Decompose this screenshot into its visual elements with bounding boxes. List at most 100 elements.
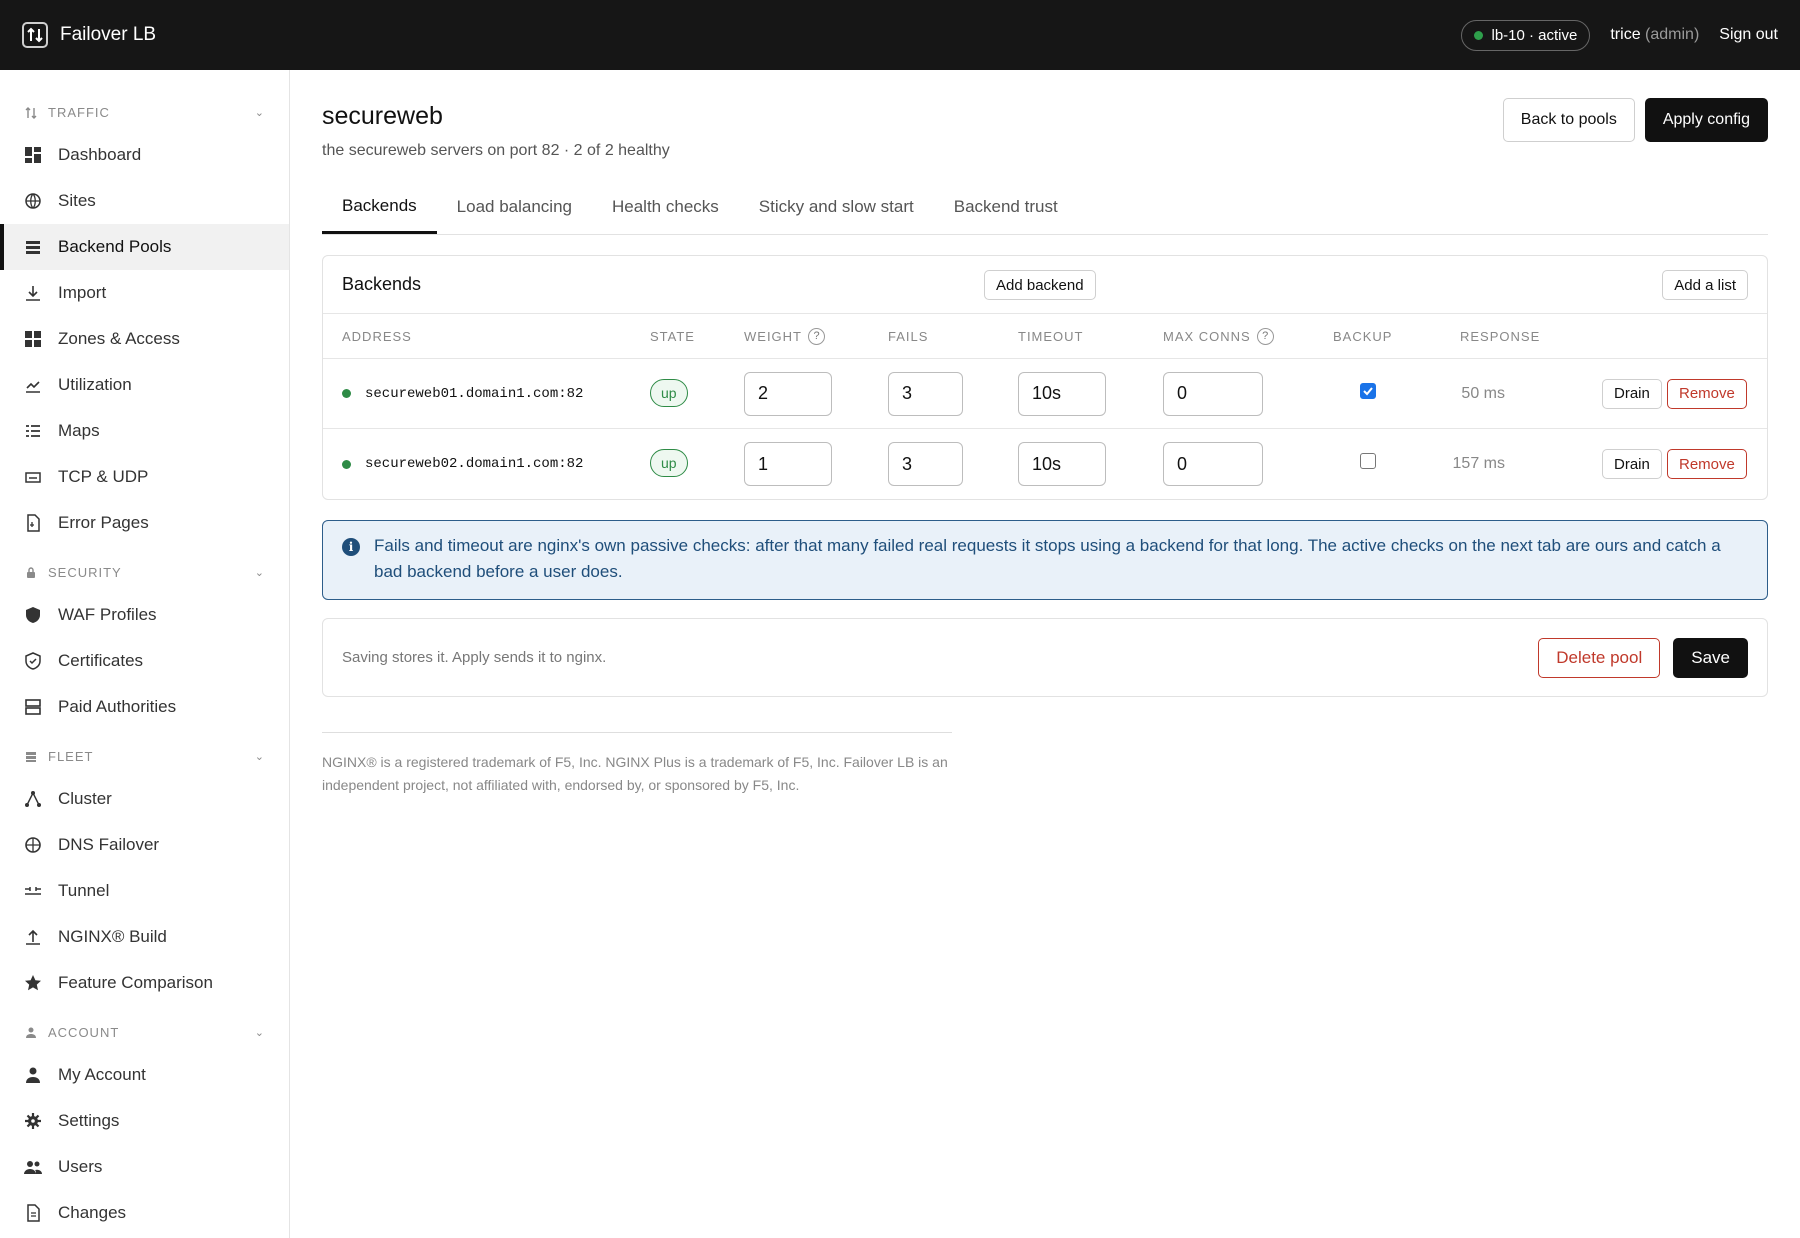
add-backend-button[interactable]: Add backend — [984, 270, 1096, 300]
delete-pool-button[interactable]: Delete pool — [1538, 637, 1661, 678]
user-name: trice — [1610, 26, 1641, 43]
col-weight: WEIGHT? — [744, 327, 825, 345]
health-dot — [342, 389, 351, 398]
sidebar-section-security[interactable]: SECURITY ⌄ — [0, 552, 289, 592]
sidebar-item-settings[interactable]: Settings — [0, 1098, 289, 1144]
backends-card-header: Backends Add backend Add a list — [323, 256, 1767, 314]
sidebar-item-dns-failover[interactable]: DNS Failover — [0, 822, 289, 868]
sidebar-item-label: Paid Authorities — [58, 697, 177, 716]
upload-icon — [24, 928, 42, 946]
remove-button[interactable]: Remove — [1667, 449, 1747, 479]
sidebar-item-label: NGINX® Build — [58, 927, 167, 946]
sidebar-item-paid-authorities[interactable]: Paid Authorities — [0, 684, 289, 730]
sidebar-item-backend-pools[interactable]: Backend Pools — [0, 224, 289, 270]
tab-health-checks[interactable]: Health checks — [592, 180, 739, 234]
sidebar-item-zones-access[interactable]: Zones & Access — [0, 316, 289, 362]
arrows-updown-icon — [24, 105, 38, 119]
sidebar-item-dashboard[interactable]: Dashboard — [0, 132, 289, 178]
sidebar-item-nginx-build[interactable]: NGINX® Build — [0, 914, 289, 960]
sidebar-item-maps[interactable]: Maps — [0, 408, 289, 454]
current-user: trice (admin) — [1610, 26, 1699, 44]
tab-backend-trust[interactable]: Backend trust — [934, 180, 1078, 234]
sidebar-item-label: Backend Pools — [58, 237, 172, 256]
app-title: Failover LB — [60, 24, 157, 45]
sign-out-link[interactable]: Sign out — [1719, 26, 1778, 44]
remove-button[interactable]: Remove — [1667, 378, 1747, 409]
sidebar-item-label: Cluster — [58, 789, 112, 808]
tab-backends[interactable]: Backends — [322, 180, 437, 234]
apply-config-button[interactable]: Apply config — [1644, 98, 1768, 142]
table-row: secureweb02.domain1.com:82 up 1 3 10s 0 … — [323, 429, 1767, 499]
sidebar-item-utilization[interactable]: Utilization — [0, 362, 289, 408]
sidebar: TRAFFIC ⌄ Dashboard Sites Backend Pools … — [0, 70, 290, 1238]
backend-address: secureweb02.domain1.com:82 — [342, 456, 583, 472]
add-list-button[interactable]: Add a list — [1662, 270, 1748, 300]
instance-status-pill[interactable]: lb-10 · active — [1461, 19, 1591, 51]
state-badge: up — [650, 378, 688, 407]
dashboard-icon — [24, 146, 42, 164]
main-content: secureweb the secureweb servers on port … — [322, 70, 1768, 797]
info-icon: i — [342, 538, 360, 556]
trademark-footer: NGINX® is a registered trademark of F5, … — [322, 732, 952, 797]
sidebar-section-fleet[interactable]: FLEET ⌄ — [0, 736, 289, 776]
backup-checkbox[interactable] — [1360, 382, 1376, 399]
sidebar-section-account[interactable]: ACCOUNT ⌄ — [0, 1012, 289, 1052]
sidebar-item-error-pages[interactable]: Error Pages — [0, 500, 289, 546]
sidebar-item-import[interactable]: Import — [0, 270, 289, 316]
table-row: secureweb01.domain1.com:82 up 2 3 10s 0 … — [323, 359, 1767, 429]
sidebar-item-label: Error Pages — [58, 513, 149, 532]
tab-load-balancing[interactable]: Load balancing — [437, 180, 592, 234]
sidebar-item-label: Changes — [58, 1203, 127, 1222]
sidebar-section-traffic[interactable]: TRAFFIC ⌄ — [0, 92, 289, 132]
timeout-input[interactable]: 10s — [1018, 371, 1106, 416]
help-icon[interactable]: ? — [808, 327, 825, 345]
page-title: secureweb — [322, 102, 443, 130]
max-conns-input[interactable]: 0 — [1163, 442, 1263, 486]
back-to-pools-button[interactable]: Back to pools — [1502, 98, 1635, 142]
sidebar-item-users[interactable]: Users — [0, 1144, 289, 1190]
fails-input[interactable]: 3 — [888, 442, 963, 486]
col-state: STATE — [650, 328, 695, 344]
tcp-icon — [24, 468, 42, 486]
list-icon — [24, 238, 42, 256]
sidebar-item-label: Users — [58, 1157, 103, 1176]
sidebar-item-label: Dashboard — [58, 145, 142, 164]
col-max-conns: MAX CONNS? — [1163, 327, 1274, 345]
backends-card: Backends Add backend Add a list ADDRESS … — [322, 255, 1768, 500]
sidebar-item-tcp-udp[interactable]: TCP & UDP — [0, 454, 289, 500]
document-icon — [24, 1204, 42, 1222]
logo-icon — [22, 22, 48, 48]
timeout-input[interactable]: 10s — [1018, 442, 1106, 486]
sidebar-item-sites[interactable]: Sites — [0, 178, 289, 224]
sidebar-item-label: Maps — [58, 421, 100, 440]
backup-checkbox[interactable] — [1360, 453, 1376, 469]
sidebar-item-tunnel[interactable]: Tunnel — [0, 868, 289, 914]
weight-input[interactable]: 2 — [744, 371, 832, 416]
tab-sticky-slow-start[interactable]: Sticky and slow start — [739, 180, 934, 234]
sidebar-item-feature-comparison[interactable]: Feature Comparison — [0, 960, 289, 1006]
sidebar-item-label: My Account — [58, 1065, 146, 1084]
drain-button[interactable]: Drain — [1602, 378, 1662, 409]
brand[interactable]: Failover LB — [22, 22, 156, 48]
sidebar-item-certificates[interactable]: Certificates — [0, 638, 289, 684]
sidebar-item-label: Zones & Access — [58, 329, 180, 348]
sidebar-item-my-account[interactable]: My Account — [0, 1052, 289, 1098]
sidebar-item-cluster[interactable]: Cluster — [0, 776, 289, 822]
chevron-down-icon: ⌄ — [254, 566, 265, 579]
lock-icon — [24, 565, 38, 579]
help-icon[interactable]: ? — [1256, 327, 1274, 345]
save-button[interactable]: Save — [1673, 637, 1748, 678]
tab-bar: Backends Load balancing Health checks St… — [322, 180, 1768, 235]
sidebar-item-label: Utilization — [58, 375, 132, 394]
sidebar-item-label: Settings — [58, 1111, 120, 1130]
user-icon — [24, 1066, 42, 1084]
page-subtitle: the secureweb servers on port 82 · 2 of … — [322, 142, 670, 159]
page-header: secureweb the secureweb servers on port … — [322, 70, 1768, 180]
fails-input[interactable]: 3 — [888, 371, 963, 416]
sidebar-item-waf-profiles[interactable]: WAF Profiles — [0, 592, 289, 638]
drain-button[interactable]: Drain — [1602, 449, 1662, 479]
weight-input[interactable]: 1 — [744, 442, 832, 486]
users-icon — [24, 1158, 42, 1176]
sidebar-item-changes[interactable]: Changes — [0, 1190, 289, 1236]
max-conns-input[interactable]: 0 — [1163, 371, 1263, 416]
